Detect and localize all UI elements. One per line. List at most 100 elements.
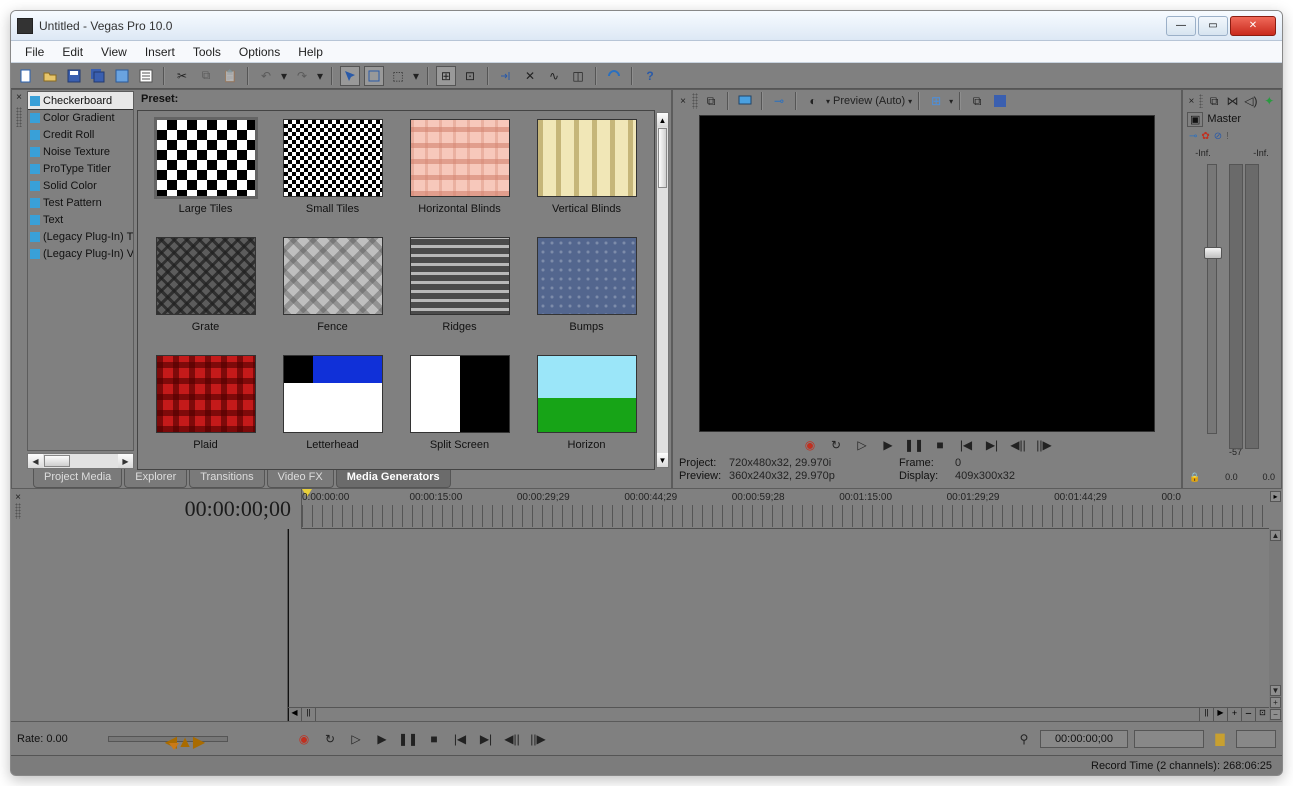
tool-drop-icon[interactable]: ▾ bbox=[412, 66, 420, 86]
generator-item[interactable]: (Legacy Plug-In) Vi bbox=[28, 245, 133, 262]
project-video-icon[interactable]: ⧉ bbox=[701, 91, 721, 111]
tab-transitions[interactable]: Transitions bbox=[189, 469, 264, 488]
panel-close-icon[interactable]: × bbox=[13, 92, 25, 103]
selection-edit-icon[interactable]: ⬚ bbox=[388, 66, 408, 86]
lock-envelopes-icon[interactable]: ∿ bbox=[544, 66, 564, 86]
dim-icon[interactable]: ◁) bbox=[1243, 91, 1258, 111]
snap-grid-icon[interactable]: ⊡ bbox=[460, 66, 480, 86]
master-expand-icon[interactable]: ▣ bbox=[1187, 112, 1203, 127]
saveall-icon[interactable] bbox=[88, 66, 108, 86]
set-loop-icon[interactable]: ⚲ bbox=[1014, 729, 1034, 749]
generator-item[interactable]: Solid Color bbox=[28, 177, 133, 194]
panel-close-icon[interactable]: × bbox=[677, 96, 689, 107]
panel-close-icon[interactable]: × bbox=[1187, 96, 1196, 107]
grip-icon[interactable] bbox=[692, 93, 698, 109]
tab-media-generators[interactable]: Media Generators bbox=[336, 469, 451, 488]
panel-close-icon[interactable]: × bbox=[12, 492, 24, 503]
scroll-down-icon[interactable]: ▼ bbox=[657, 453, 668, 467]
generator-item[interactable]: ProType Titler bbox=[28, 160, 133, 177]
preset-item[interactable]: Split Screen bbox=[400, 355, 519, 463]
timeline-ruler[interactable]: 0:00:00:0000:00:15:0000:00:29;2900:00:44… bbox=[302, 489, 1269, 529]
position-field[interactable]: 00:00:00;00 bbox=[1040, 730, 1128, 748]
zoom-in-icon[interactable]: + bbox=[1227, 708, 1241, 721]
insert-bus-icon[interactable]: ✦ bbox=[1262, 91, 1277, 111]
external-monitor-icon[interactable] bbox=[735, 91, 755, 111]
loop-icon[interactable]: ↻ bbox=[320, 729, 340, 749]
generator-item[interactable]: Color Gradient bbox=[28, 109, 133, 126]
play-start-icon[interactable]: ▷ bbox=[346, 729, 366, 749]
minimize-button[interactable]: — bbox=[1166, 16, 1196, 36]
scroll-thumb[interactable] bbox=[44, 455, 70, 467]
generator-item[interactable]: Credit Roll bbox=[28, 126, 133, 143]
render-icon[interactable] bbox=[112, 66, 132, 86]
vscroll-down-icon[interactable]: ▼ bbox=[1270, 685, 1281, 696]
solo-icon[interactable]: ! bbox=[1226, 131, 1229, 142]
grip-icon[interactable] bbox=[15, 503, 21, 519]
redo-icon[interactable]: ↷ bbox=[292, 66, 312, 86]
grip-icon[interactable] bbox=[16, 107, 22, 127]
scroll-thumb[interactable]: || bbox=[1199, 708, 1213, 721]
play-icon[interactable]: ▶ bbox=[372, 729, 392, 749]
titlebar[interactable]: Untitled - Vegas Pro 10.0 — ▭ ✕ bbox=[11, 11, 1282, 41]
generator-item[interactable]: (Legacy Plug-In) Ti bbox=[28, 228, 133, 245]
stop-icon[interactable]: ■ bbox=[424, 729, 444, 749]
go-end-icon[interactable]: ▶| bbox=[982, 435, 1002, 455]
scroll-thumb[interactable]: || bbox=[302, 708, 316, 721]
scroll-right-icon[interactable]: ▶ bbox=[1213, 708, 1227, 721]
cut-icon[interactable]: ✂ bbox=[172, 66, 192, 86]
what-icon[interactable] bbox=[604, 66, 624, 86]
tab-explorer[interactable]: Explorer bbox=[124, 469, 187, 488]
generator-item[interactable]: Noise Texture bbox=[28, 143, 133, 160]
loop-icon[interactable]: ↻ bbox=[826, 435, 846, 455]
pause-icon[interactable]: ❚❚ bbox=[904, 435, 924, 455]
rate-slider[interactable]: ◀▲▶ bbox=[108, 736, 228, 742]
scroll-up-icon[interactable]: ▲ bbox=[657, 113, 668, 127]
marker-tool-icon[interactable]: ▸ bbox=[1270, 491, 1281, 502]
menu-tools[interactable]: Tools bbox=[185, 43, 229, 61]
v-scrollbar[interactable]: ▲ ▼ bbox=[656, 112, 669, 468]
auto-crossfade-icon[interactable]: ✕ bbox=[520, 66, 540, 86]
video-fx-icon[interactable]: ⊸ bbox=[769, 91, 789, 111]
normal-edit-icon[interactable] bbox=[340, 66, 360, 86]
paste-icon[interactable]: 📋 bbox=[220, 66, 240, 86]
snap-icon[interactable]: ⊞ bbox=[436, 66, 456, 86]
record-icon[interactable]: ◉ bbox=[800, 435, 820, 455]
preset-item[interactable]: Ridges bbox=[400, 237, 519, 345]
drop-icon[interactable]: ▾ bbox=[949, 97, 953, 106]
h-scrollbar[interactable]: ◀ ▶ bbox=[27, 453, 134, 469]
menu-insert[interactable]: Insert bbox=[137, 43, 183, 61]
preset-item[interactable]: Fence bbox=[273, 237, 392, 345]
stop-icon[interactable]: ■ bbox=[930, 435, 950, 455]
ignore-event-icon[interactable]: ◫ bbox=[568, 66, 588, 86]
preset-item[interactable]: Vertical Blinds bbox=[527, 119, 646, 227]
preview-quality-label[interactable]: Preview (Auto) bbox=[833, 95, 905, 107]
vscroll-up-icon[interactable]: ▲ bbox=[1270, 530, 1281, 541]
menu-help[interactable]: Help bbox=[290, 43, 331, 61]
preset-item[interactable]: Letterhead bbox=[273, 355, 392, 463]
fader-knob[interactable] bbox=[1204, 247, 1222, 259]
go-start-icon[interactable]: |◀ bbox=[450, 729, 470, 749]
menu-options[interactable]: Options bbox=[231, 43, 288, 61]
playhead[interactable] bbox=[288, 529, 289, 721]
mute-icon[interactable]: ⊘ bbox=[1214, 131, 1222, 142]
new-icon[interactable] bbox=[16, 66, 36, 86]
automation-icon[interactable]: ✿ bbox=[1201, 131, 1209, 142]
preset-item[interactable]: Bumps bbox=[527, 237, 646, 345]
vzoom-in-icon[interactable]: + bbox=[1270, 697, 1281, 708]
preset-item[interactable]: Small Tiles bbox=[273, 119, 392, 227]
save-snapshot-icon[interactable] bbox=[990, 91, 1010, 111]
go-end-icon[interactable]: ▶| bbox=[476, 729, 496, 749]
play-icon[interactable]: ▶ bbox=[878, 435, 898, 455]
scroll-left-icon[interactable]: ◀ bbox=[28, 454, 43, 468]
grip-icon[interactable] bbox=[1199, 94, 1203, 108]
record-icon[interactable]: ◉ bbox=[294, 729, 314, 749]
scroll-left-icon[interactable]: ◀ bbox=[288, 708, 302, 721]
selection-length-field[interactable] bbox=[1236, 730, 1276, 748]
preset-item[interactable]: Grate bbox=[146, 237, 265, 345]
preset-item[interactable]: Horizon bbox=[527, 355, 646, 463]
undo-icon[interactable]: ↶ bbox=[256, 66, 276, 86]
undo-drop-icon[interactable]: ▾ bbox=[280, 66, 288, 86]
preset-item[interactable]: Large Tiles bbox=[146, 119, 265, 227]
menu-file[interactable]: File bbox=[17, 43, 52, 61]
autoripple-icon[interactable] bbox=[496, 66, 516, 86]
